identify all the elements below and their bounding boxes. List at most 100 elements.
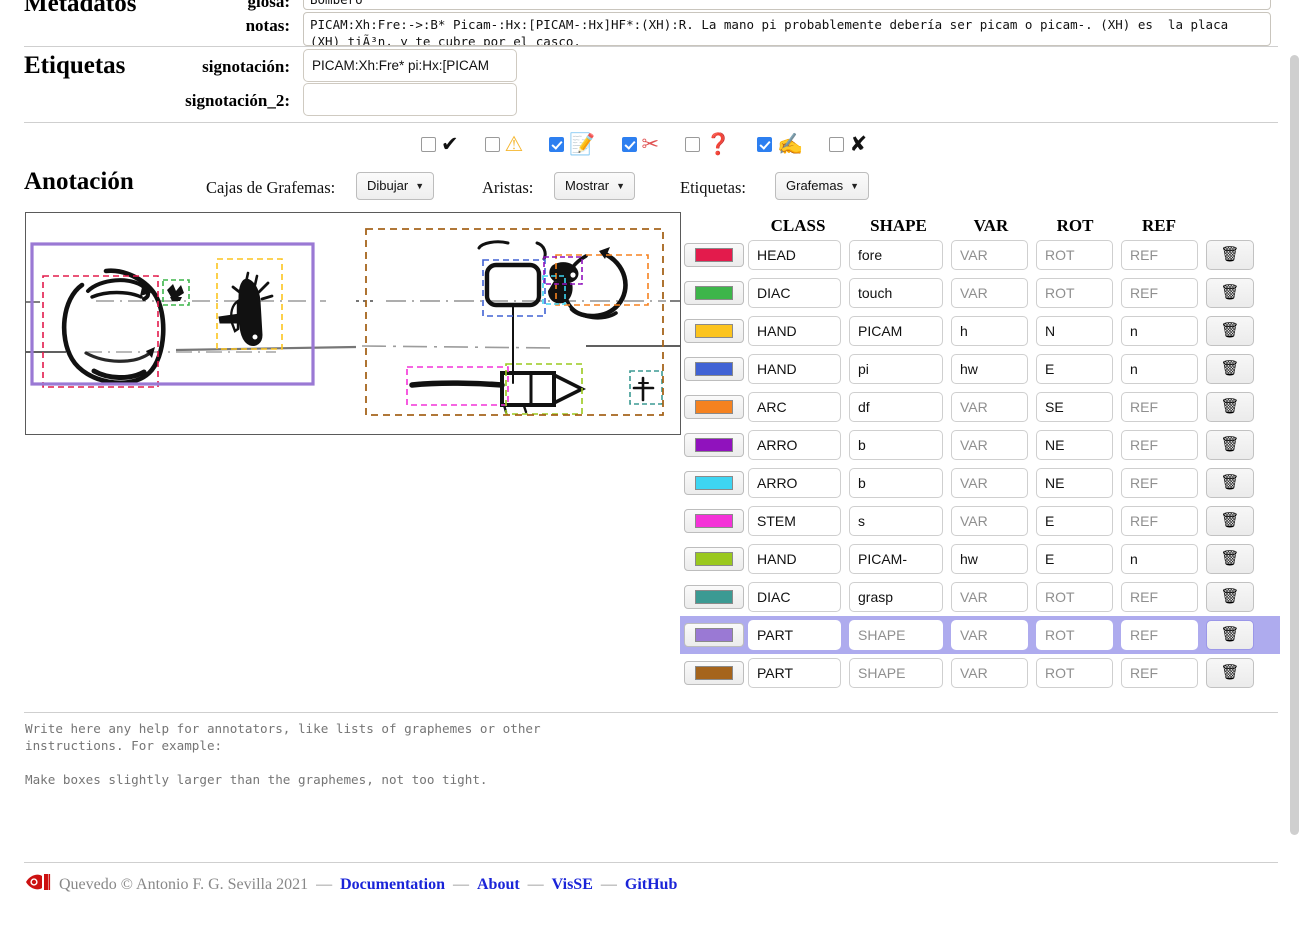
delete-row-button[interactable]: 🗑 bbox=[1206, 468, 1254, 498]
table-row[interactable]: HAND pi hw En 🗑 bbox=[680, 350, 1280, 388]
rot-input[interactable]: E bbox=[1036, 506, 1113, 536]
page-scrollbar[interactable] bbox=[1286, 0, 1302, 927]
delete-row-button[interactable]: 🗑 bbox=[1206, 658, 1254, 688]
ref-input[interactable]: REF bbox=[1121, 240, 1198, 270]
var-input[interactable]: VAR bbox=[951, 240, 1028, 270]
table-row[interactable]: ARRO b VAR NE REF 🗑 bbox=[680, 426, 1280, 464]
class-input[interactable]: PART bbox=[748, 658, 841, 688]
shape-input[interactable]: s bbox=[849, 506, 943, 536]
shape-input[interactable]: SHAPE bbox=[849, 658, 943, 688]
ref-input[interactable]: REF bbox=[1121, 506, 1198, 536]
ref-input[interactable]: REF bbox=[1121, 658, 1198, 688]
table-row[interactable]: PART SHAPE VAR ROT REF 🗑 bbox=[680, 654, 1280, 692]
rot-input[interactable]: ROT bbox=[1036, 582, 1113, 612]
shape-input[interactable]: SHAPE bbox=[849, 620, 943, 650]
grapheme-color-button[interactable] bbox=[684, 509, 744, 533]
rot-input[interactable]: N bbox=[1036, 316, 1113, 346]
grapheme-color-button[interactable] bbox=[684, 433, 744, 457]
rot-input[interactable]: ROT bbox=[1036, 278, 1113, 308]
delete-row-button[interactable]: 🗑 bbox=[1206, 278, 1254, 308]
table-row[interactable]: ARC df VAR SE REF 🗑 bbox=[680, 388, 1280, 426]
delete-row-button[interactable]: 🗑 bbox=[1206, 316, 1254, 346]
flag-handwriting[interactable]: ✍ bbox=[757, 133, 803, 155]
ref-input[interactable]: n bbox=[1121, 316, 1198, 346]
rot-input[interactable]: NE bbox=[1036, 430, 1113, 460]
rot-input[interactable]: ROT bbox=[1036, 658, 1113, 688]
class-input[interactable]: STEM bbox=[748, 506, 841, 536]
flag-check-checkbox[interactable] bbox=[420, 136, 436, 152]
class-input[interactable]: ARRO bbox=[748, 430, 841, 460]
grapheme-color-button[interactable] bbox=[684, 243, 744, 267]
shape-input[interactable]: b bbox=[849, 468, 943, 498]
var-input[interactable]: VAR bbox=[951, 430, 1028, 460]
grapheme-color-button[interactable] bbox=[684, 547, 744, 571]
grapheme-color-button[interactable] bbox=[684, 623, 744, 647]
table-row[interactable]: DIAC grasp VAR ROT REF 🗑 bbox=[680, 578, 1280, 616]
flag-scissors-checkbox[interactable] bbox=[621, 136, 637, 152]
delete-row-button[interactable]: 🗑 bbox=[1206, 582, 1254, 612]
ref-input[interactable]: REF bbox=[1121, 620, 1198, 650]
rot-input[interactable]: E bbox=[1036, 544, 1113, 574]
delete-row-button[interactable]: 🗑 bbox=[1206, 506, 1254, 536]
table-row[interactable]: HEAD fore VAR ROT REF 🗑 bbox=[680, 236, 1280, 274]
class-input[interactable]: ARRO bbox=[748, 468, 841, 498]
var-input[interactable]: h bbox=[951, 316, 1028, 346]
notas-textarea[interactable]: PICAM:Xh:Fre:->:B* Picam-:Hx:[PICAM-:Hx]… bbox=[303, 12, 1271, 46]
rot-input[interactable]: NE bbox=[1036, 468, 1113, 498]
etiquetas-display-select[interactable]: Grafemas ▼ bbox=[775, 172, 869, 200]
flag-cross[interactable]: ✘ bbox=[829, 133, 867, 155]
shape-input[interactable]: pi bbox=[849, 354, 943, 384]
var-input[interactable]: VAR bbox=[951, 278, 1028, 308]
class-input[interactable]: HEAD bbox=[748, 240, 841, 270]
footer-link-about[interactable]: About bbox=[477, 876, 520, 894]
var-input[interactable]: hw bbox=[951, 354, 1028, 384]
delete-row-button[interactable]: 🗑 bbox=[1206, 354, 1254, 384]
delete-row-button[interactable]: 🗑 bbox=[1206, 544, 1254, 574]
footer-link-documentation[interactable]: Documentation bbox=[340, 876, 445, 894]
flag-check[interactable]: ✔ bbox=[420, 133, 459, 155]
delete-row-button[interactable]: 🗑 bbox=[1206, 240, 1254, 270]
aristas-select[interactable]: Mostrar ▼ bbox=[554, 172, 635, 200]
shape-input[interactable]: grasp bbox=[849, 582, 943, 612]
shape-input[interactable]: PICAM- bbox=[849, 544, 943, 574]
footer-link-visse[interactable]: VisSE bbox=[552, 876, 593, 894]
ref-input[interactable]: REF bbox=[1121, 430, 1198, 460]
flag-question[interactable]: ❓ bbox=[685, 133, 731, 155]
class-input[interactable]: DIAC bbox=[748, 278, 841, 308]
signotacion2-input[interactable] bbox=[303, 83, 517, 116]
class-input[interactable]: PART bbox=[748, 620, 841, 650]
grapheme-color-button[interactable] bbox=[684, 357, 744, 381]
var-input[interactable]: VAR bbox=[951, 468, 1028, 498]
rot-input[interactable]: E bbox=[1036, 354, 1113, 384]
delete-row-button[interactable]: 🗑 bbox=[1206, 620, 1254, 650]
grapheme-color-button[interactable] bbox=[684, 585, 744, 609]
rot-input[interactable]: ROT bbox=[1036, 620, 1113, 650]
class-input[interactable]: DIAC bbox=[748, 582, 841, 612]
cajas-de-grafemas-select[interactable]: Dibujar ▼ bbox=[356, 172, 435, 200]
grapheme-color-button[interactable] bbox=[684, 319, 744, 343]
scrollbar-thumb[interactable] bbox=[1290, 55, 1299, 835]
grapheme-color-button[interactable] bbox=[684, 471, 744, 495]
var-input[interactable]: VAR bbox=[951, 582, 1028, 612]
flag-cross-checkbox[interactable] bbox=[829, 136, 845, 152]
table-row[interactable]: HAND PICAM-hw En 🗑 bbox=[680, 540, 1280, 578]
rot-input[interactable]: ROT bbox=[1036, 240, 1113, 270]
ref-input[interactable]: REF bbox=[1121, 392, 1198, 422]
shape-input[interactable]: touch bbox=[849, 278, 943, 308]
shape-input[interactable]: b bbox=[849, 430, 943, 460]
annotation-canvas[interactable] bbox=[25, 212, 681, 435]
footer-link-github[interactable]: GitHub bbox=[625, 876, 677, 894]
table-row[interactable]: STEM s VAR E REF 🗑 bbox=[680, 502, 1280, 540]
grapheme-color-button[interactable] bbox=[684, 395, 744, 419]
var-input[interactable]: VAR bbox=[951, 506, 1028, 536]
class-input[interactable]: HAND bbox=[748, 354, 841, 384]
var-input[interactable]: VAR bbox=[951, 658, 1028, 688]
ref-input[interactable]: REF bbox=[1121, 582, 1198, 612]
var-input[interactable]: VAR bbox=[951, 392, 1028, 422]
rot-input[interactable]: SE bbox=[1036, 392, 1113, 422]
flag-scissors[interactable]: ✂ bbox=[621, 133, 659, 155]
ref-input[interactable]: n bbox=[1121, 544, 1198, 574]
grapheme-color-button[interactable] bbox=[684, 661, 744, 685]
flag-edit-note[interactable]: 📝 bbox=[549, 133, 596, 155]
table-row[interactable]: ARRO b VAR NE REF 🗑 bbox=[680, 464, 1280, 502]
